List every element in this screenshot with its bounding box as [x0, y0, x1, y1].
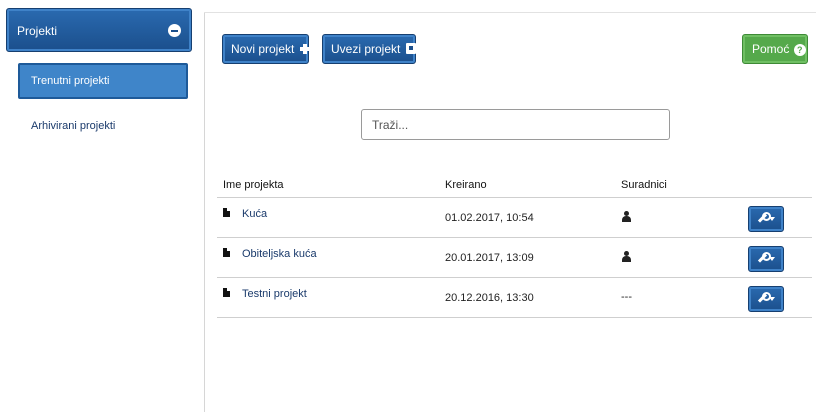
table-row: Testni projekt 20.12.2016, 13:30 --- [217, 278, 812, 318]
file-icon [223, 288, 230, 297]
question-circle-icon: ? [793, 44, 806, 56]
search-input[interactable] [361, 109, 670, 140]
import-project-button[interactable]: Uvezi projekt [322, 34, 416, 64]
new-project-button[interactable]: Novi projekt [222, 34, 310, 64]
user-icon [622, 251, 631, 262]
sidebar-item-label: Arhivirani projekti [31, 120, 116, 132]
minus-circle-icon[interactable] [168, 24, 181, 37]
import-icon [405, 43, 416, 54]
project-tools-button[interactable] [748, 286, 784, 312]
table-header: Ime projekta Kreirano Suradnici [217, 174, 812, 198]
sidebar-item-current-projects[interactable]: Trenutni projekti [18, 63, 188, 99]
help-button[interactable]: Pomoć ? [742, 34, 808, 64]
import-project-label: Uvezi projekt [331, 42, 401, 56]
file-icon [223, 248, 230, 257]
top-divider [204, 12, 816, 13]
table-row: Kuća 01.02.2017, 10:54 [217, 198, 812, 238]
project-created: 20.01.2017, 13:09 [445, 252, 534, 264]
plus-icon [299, 44, 310, 54]
new-project-label: Novi projekt [231, 42, 295, 56]
sidebar-header-projects[interactable]: Projekti [6, 8, 192, 52]
sidebar-header-label: Projekti [17, 24, 58, 38]
file-icon [223, 208, 230, 217]
sidebar-item-label: Trenutni projekti [31, 75, 110, 87]
no-collaborators: --- [621, 291, 632, 303]
wrench-icon [757, 212, 771, 223]
help-label: Pomoć [752, 42, 790, 56]
project-name-link[interactable]: Obiteljska kuća [242, 248, 317, 260]
wrench-icon [757, 252, 771, 263]
project-name-link[interactable]: Testni projekt [242, 288, 307, 300]
vertical-divider [204, 12, 205, 412]
project-name-link[interactable]: Kuća [242, 208, 267, 220]
sidebar-item-archived-projects[interactable]: Arhivirani projekti [31, 120, 115, 132]
wrench-icon [757, 292, 771, 303]
project-created: 20.12.2016, 13:30 [445, 292, 534, 304]
header-collaborators: Suradnici [621, 179, 667, 191]
project-tools-button[interactable] [748, 206, 784, 232]
header-created: Kreirano [445, 179, 487, 191]
project-tools-button[interactable] [748, 246, 784, 272]
header-project-name: Ime projekta [223, 179, 284, 191]
user-icon [622, 211, 631, 222]
projects-table: Ime projekta Kreirano Suradnici Kuća 01.… [217, 174, 812, 318]
sidebar: Projekti Trenutni projekti Arhivirani pr… [0, 0, 205, 412]
table-row: Obiteljska kuća 20.01.2017, 13:09 [217, 238, 812, 278]
project-created: 01.02.2017, 10:54 [445, 212, 534, 224]
